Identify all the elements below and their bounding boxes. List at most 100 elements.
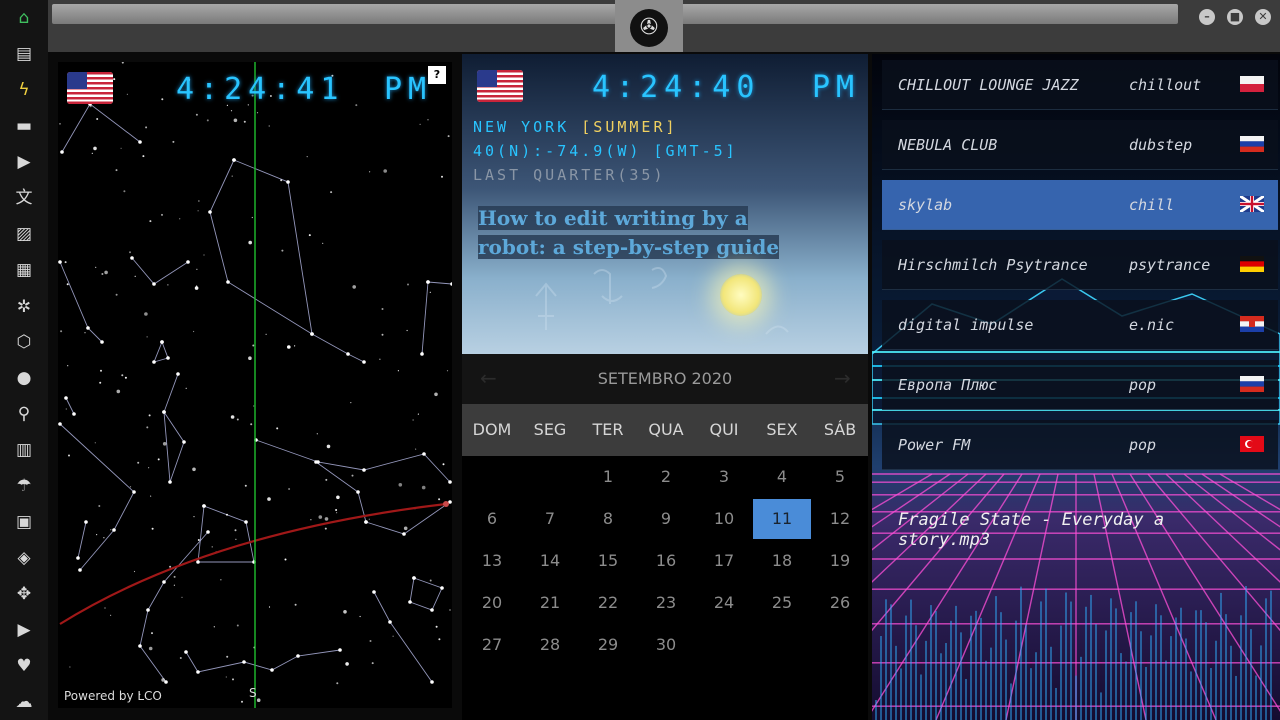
umbrella-icon[interactable]: ☂ — [14, 476, 34, 496]
russia-flag-icon — [1240, 136, 1264, 152]
calendar-day[interactable]: 15 — [579, 541, 637, 581]
calendar-header: SETEMBRO 2020 ← → — [462, 354, 868, 404]
globe-icon[interactable]: ● — [14, 368, 34, 388]
station-row[interactable]: digital impulse e.nic — [882, 300, 1278, 350]
play-icon[interactable]: ▶ — [14, 152, 34, 172]
minimize-button[interactable]: – — [1199, 9, 1215, 25]
help-button[interactable]: ? — [428, 66, 446, 84]
weekday-6: SÁB — [823, 420, 857, 439]
calendar-day[interactable]: 30 — [637, 625, 695, 665]
calendar-day[interactable]: 14 — [521, 541, 579, 581]
image-icon[interactable]: ▨ — [14, 224, 34, 244]
archive-icon[interactable]: ▬ — [14, 116, 34, 136]
newspaper-icon[interactable]: ▦ — [14, 260, 34, 280]
station-genre: psytrance — [1129, 256, 1211, 274]
empire-icon[interactable]: ✲ — [14, 297, 34, 317]
cloud-icon[interactable]: ☁ — [14, 692, 34, 712]
calendar-day[interactable]: 20 — [463, 583, 521, 623]
station-row[interactable]: Power FM pop — [882, 420, 1278, 470]
south-marker: S — [249, 686, 257, 700]
calendar-day[interactable]: 13 — [463, 541, 521, 581]
weekday-3: QUA — [648, 420, 684, 439]
youtube-icon[interactable]: ▶ — [14, 620, 34, 640]
calendar-day[interactable]: 3 — [695, 457, 753, 497]
calendar-day[interactable]: 21 — [521, 583, 579, 623]
calendar: SETEMBRO 2020 ← → DOM SEG TER QUA QUI SEX SÁB … — [462, 354, 868, 720]
rebel-logo-icon: ✇ — [630, 9, 668, 47]
calendar-day[interactable]: 2 — [637, 457, 695, 497]
map-icon[interactable]: ▥ — [14, 440, 34, 460]
search-icon[interactable]: ⚲ — [14, 404, 34, 424]
calendar-day[interactable]: 18 — [753, 541, 811, 581]
station-name: Power FM — [898, 436, 971, 454]
calendar-day[interactable]: 19 — [811, 541, 869, 581]
prev-month-button[interactable]: ← — [480, 366, 497, 390]
calendar-day[interactable]: 8 — [579, 499, 637, 539]
maximize-button[interactable]: ■ — [1227, 9, 1243, 25]
calendar-day[interactable]: 4 — [753, 457, 811, 497]
calendar-day[interactable]: 22 — [579, 583, 637, 623]
star-map-panel: 4:24:41 PM ? S Powered by LCO — [58, 62, 452, 708]
sky-clock-panel: 4:24:40 PM NEW YORK [SUMMER] 40(N):-74.9… — [462, 54, 868, 354]
hexagon-icon[interactable]: ⬡ — [14, 332, 34, 352]
station-genre: pop — [1129, 436, 1157, 454]
calendar-day[interactable]: 9 — [637, 499, 695, 539]
calendar-day[interactable]: 24 — [695, 583, 753, 623]
station-name: NEBULA CLUB — [898, 136, 998, 154]
star-map-canvas[interactable] — [58, 62, 452, 708]
calendar-day[interactable]: 10 — [695, 499, 753, 539]
title-bar: ✇ – ■ ✕ — [48, 0, 1280, 52]
calendar-day[interactable]: 7 — [521, 499, 579, 539]
calendar-day[interactable]: 28 — [521, 625, 579, 665]
uk-flag-icon — [1239, 194, 1265, 214]
station-row[interactable]: CHILLOUT LOUNGE JAZZ chillout — [882, 60, 1278, 110]
next-month-button[interactable]: → — [834, 366, 851, 390]
code-icon[interactable]: ◈ — [14, 548, 34, 568]
powered-by-label: Powered by LCO — [64, 689, 162, 703]
translate-icon[interactable]: 文 — [14, 188, 34, 208]
star-clock-ampm: PM — [384, 72, 433, 107]
season-label: [SUMMER] — [581, 118, 678, 136]
contacts-icon[interactable]: ▣ — [14, 512, 34, 532]
logo-tab[interactable]: ✇ — [615, 0, 683, 52]
close-button[interactable]: ✕ — [1255, 9, 1271, 25]
weekday-4: QUI — [709, 420, 739, 439]
calendar-day-selected[interactable]: 11 — [753, 499, 811, 539]
calendar-day[interactable]: 25 — [753, 583, 811, 623]
calendar-day[interactable]: 5 — [811, 457, 869, 497]
home-icon[interactable]: ⌂ — [14, 8, 34, 28]
calendar-day[interactable]: 23 — [637, 583, 695, 623]
station-row[interactable]: NEBULA CLUB dubstep — [882, 120, 1278, 170]
city-line: NEW YORK [SUMMER] — [473, 118, 678, 136]
weekday-1: SEG — [533, 420, 567, 439]
article-headline-text[interactable]: How to edit writing by a robot: a step-b… — [478, 206, 780, 259]
calendar-day[interactable]: 16 — [637, 541, 695, 581]
station-genre: chill — [1129, 196, 1175, 214]
station-row[interactable]: Европа Плюс pop — [882, 360, 1278, 410]
calendar-day[interactable]: 26 — [811, 583, 869, 623]
lightning-icon[interactable]: ϟ — [14, 80, 34, 100]
now-playing-label: Fragile State - Everyday a story.mp3 — [898, 510, 1165, 550]
russia-flag-icon — [1240, 376, 1264, 392]
calendar-day[interactable]: 12 — [811, 499, 869, 539]
calendar-day[interactable]: 29 — [579, 625, 637, 665]
calendar-month-label: SETEMBRO 2020 — [597, 369, 733, 388]
calendar-day[interactable]: 1 — [579, 457, 637, 497]
germany-flag-icon — [1240, 256, 1264, 272]
station-name: Hirschmilch Psytrance — [898, 256, 1088, 274]
star-clock-time: 4:24:41 — [176, 72, 345, 107]
moon-phase-line: LAST QUARTER(35) — [473, 166, 666, 184]
calendar-day[interactable]: 17 — [695, 541, 753, 581]
us-flag-icon — [67, 72, 113, 104]
weekday-5: SEX — [766, 420, 798, 439]
station-row[interactable]: Hirschmilch Psytrance psytrance — [882, 240, 1278, 290]
us-flag-icon — [477, 70, 523, 102]
expand-icon[interactable]: ✥ — [14, 584, 34, 604]
station-genre: e.nic — [1129, 316, 1175, 334]
heart-icon[interactable]: ♥ — [14, 656, 34, 676]
calendar-day[interactable]: 27 — [463, 625, 521, 665]
document-icon[interactable]: ▤ — [14, 44, 34, 64]
station-row-selected[interactable]: skylab chill — [882, 180, 1278, 230]
sky-clock-ampm: PM — [812, 70, 861, 105]
calendar-day[interactable]: 6 — [463, 499, 521, 539]
